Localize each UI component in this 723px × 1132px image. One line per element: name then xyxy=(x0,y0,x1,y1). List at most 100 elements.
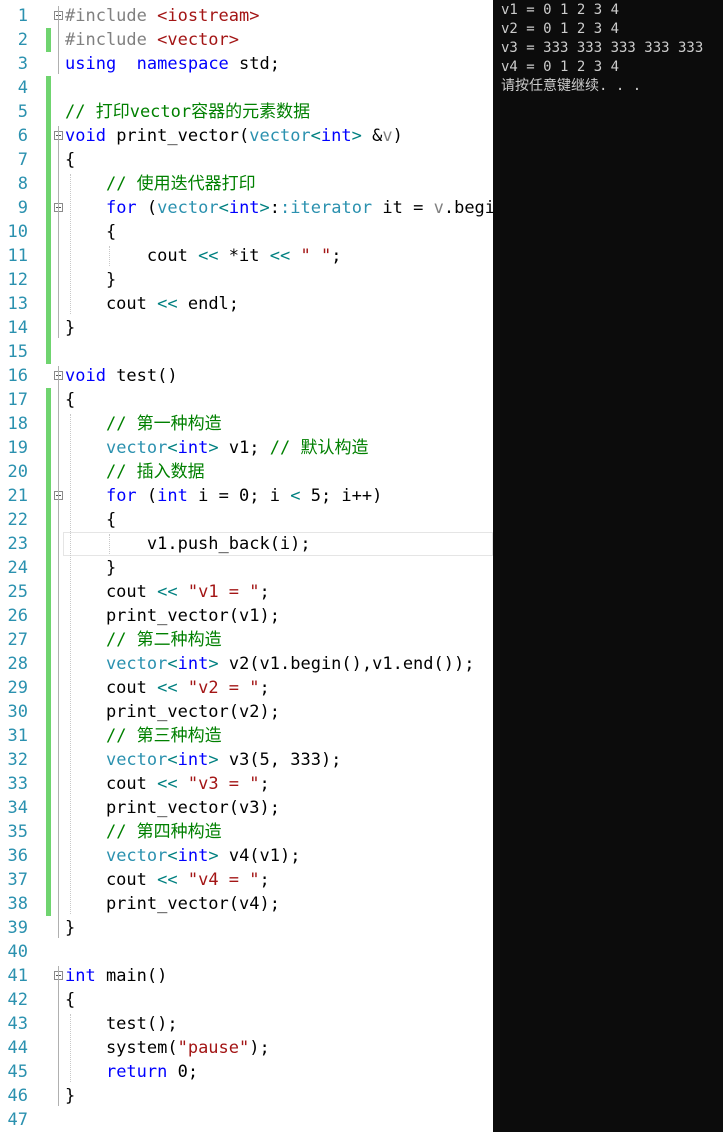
line-number: 12 xyxy=(7,270,28,290)
code-line[interactable]: 46} xyxy=(0,1084,493,1108)
code-text: return 0; xyxy=(105,1062,199,1082)
change-indicator-bar xyxy=(46,100,51,124)
line-number: 7 xyxy=(17,150,28,170)
change-indicator-bar xyxy=(46,580,51,604)
code-line[interactable]: 2 #include <vector> xyxy=(0,28,493,52)
code-text: v1.push_back(i); xyxy=(65,534,311,554)
code-line[interactable]: 41 int main() xyxy=(0,964,493,988)
code-line[interactable]: 45 return 0; xyxy=(0,1060,493,1084)
change-indicator-bar xyxy=(46,460,51,484)
code-line[interactable]: 36 vector<int> v4(v1); xyxy=(0,844,493,868)
code-text: vector<int> v2(v1.begin(),v1.end()); xyxy=(105,654,475,674)
code-line[interactable]: 43 test(); xyxy=(0,1012,493,1036)
change-indicator-bar xyxy=(46,268,51,292)
line-number: 46 xyxy=(7,1086,28,1106)
code-line[interactable]: 42 { xyxy=(0,988,493,1012)
code-text: for (int i = 0; i < 5; i++) xyxy=(105,486,383,506)
change-indicator-bar xyxy=(46,316,51,340)
change-indicator-bar xyxy=(46,244,51,268)
line-number: 15 xyxy=(7,342,28,362)
console-line-1: v1 = 0 1 2 3 4 xyxy=(501,2,620,18)
code-line[interactable]: 35 // 第四种构造 xyxy=(0,820,493,844)
console-line-2: v2 = 0 1 2 3 4 xyxy=(501,21,620,37)
indent-guide xyxy=(109,246,110,266)
change-indicator-bar xyxy=(46,676,51,700)
code-line[interactable]: 29 cout << "v2 = "; xyxy=(0,676,493,700)
code-text: vector<int> v3(5, 333); xyxy=(105,750,342,770)
fold-scope-line xyxy=(58,366,59,938)
code-line[interactable]: 40 xyxy=(0,940,493,964)
line-number: 6 xyxy=(17,126,28,146)
code-line[interactable]: 25 cout << "v1 = "; xyxy=(0,580,493,604)
line-number: 35 xyxy=(7,822,28,842)
code-line[interactable]: 20 // 插入数据 xyxy=(0,460,493,484)
code-line[interactable]: 28 vector<int> v2(v1.begin(),v1.end()); xyxy=(0,652,493,676)
code-line[interactable]: 11 cout << *it << " "; xyxy=(0,244,493,268)
change-indicator-bar xyxy=(46,28,51,52)
code-line[interactable]: 12 } xyxy=(0,268,493,292)
code-line[interactable]: 33 cout << "v3 = "; xyxy=(0,772,493,796)
code-line[interactable]: 3 using namespace std; xyxy=(0,52,493,76)
code-line[interactable]: 1 #include <iostream> xyxy=(0,4,493,28)
code-text: for (vector<int>::iterator it = v.begin xyxy=(105,198,493,218)
fold-scope-line xyxy=(58,198,59,290)
change-indicator-bar xyxy=(46,172,51,196)
code-line[interactable]: 14} xyxy=(0,316,493,340)
change-indicator-bar xyxy=(46,292,51,316)
code-line[interactable]: 27 // 第二种构造 xyxy=(0,628,493,652)
code-line[interactable]: 5 // 打印vector容器的元素数据 xyxy=(0,100,493,124)
code-line[interactable]: 22 { xyxy=(0,508,493,532)
code-line[interactable]: 7{ xyxy=(0,148,493,172)
change-indicator-bar xyxy=(46,892,51,916)
code-text: // 打印vector容器的元素数据 xyxy=(65,102,311,122)
code-text: cout << endl; xyxy=(65,294,240,314)
indent-guide xyxy=(70,174,71,314)
line-number: 1 xyxy=(17,6,28,26)
code-line[interactable]: 8 // 使用迭代器打印 xyxy=(0,172,493,196)
code-text: { xyxy=(65,510,117,530)
code-line[interactable]: 18 // 第一种构造 xyxy=(0,412,493,436)
line-number: 5 xyxy=(17,102,28,122)
code-line[interactable]: 24 } xyxy=(0,556,493,580)
code-line[interactable]: 32 vector<int> v3(5, 333); xyxy=(0,748,493,772)
code-line[interactable]: 19 vector<int> v1; // 默认构造 xyxy=(0,436,493,460)
code-text: { xyxy=(65,150,76,170)
code-line[interactable]: 16 void test() xyxy=(0,364,493,388)
code-line[interactable]: 10 { xyxy=(0,220,493,244)
code-text: } xyxy=(65,318,76,338)
console-line-4: v4 = 0 1 2 3 4 xyxy=(501,59,620,75)
line-number: 22 xyxy=(7,510,28,530)
code-editor[interactable]: 1 #include <iostream> 2 #include <vector> 3 u… xyxy=(0,0,493,1132)
code-text: cout << "v3 = "; xyxy=(65,774,270,794)
line-number: 21 xyxy=(7,486,28,506)
code-line[interactable]: 37 cout << "v4 = "; xyxy=(0,868,493,892)
line-number: 33 xyxy=(7,774,28,794)
code-text: test(); xyxy=(65,1014,178,1034)
code-line[interactable]: 26 print_vector(v1); xyxy=(0,604,493,628)
code-text: // 插入数据 xyxy=(105,462,205,482)
line-number: 24 xyxy=(7,558,28,578)
console-window[interactable]: v1 = 0 1 2 3 4 v2 = 0 1 2 3 4 v3 = 333 3… xyxy=(493,0,723,1132)
code-line[interactable]: 47 xyxy=(0,1108,493,1132)
code-line[interactable]: 39} xyxy=(0,916,493,940)
code-text: // 第一种构造 xyxy=(105,414,222,434)
code-line[interactable]: 44 system("pause"); xyxy=(0,1036,493,1060)
line-number: 17 xyxy=(7,390,28,410)
code-line[interactable]: 38 print_vector(v4); xyxy=(0,892,493,916)
change-indicator-bar xyxy=(46,628,51,652)
code-line[interactable]: 6 void print_vector(vector<int> &v) xyxy=(0,124,493,148)
code-line[interactable]: 17 { xyxy=(0,388,493,412)
code-line[interactable]: 13 cout << endl; xyxy=(0,292,493,316)
code-line[interactable]: 31 // 第三种构造 xyxy=(0,724,493,748)
line-number: 37 xyxy=(7,870,28,890)
code-text: cout << *it << " "; xyxy=(65,246,342,266)
code-line[interactable]: 34 print_vector(v3); xyxy=(0,796,493,820)
code-line[interactable]: 21 for (int i = 0; i < 5; i++) xyxy=(0,484,493,508)
code-line[interactable]: 4 xyxy=(0,76,493,100)
line-number: 27 xyxy=(7,630,28,650)
change-indicator-bar xyxy=(46,652,51,676)
code-line[interactable]: 9 for (vector<int>::iterator it = v.begi… xyxy=(0,196,493,220)
code-line[interactable]: 15 xyxy=(0,340,493,364)
code-line[interactable]: 30 print_vector(v2); xyxy=(0,700,493,724)
code-line[interactable]: 23 v1.push_back(i); xyxy=(0,532,493,556)
